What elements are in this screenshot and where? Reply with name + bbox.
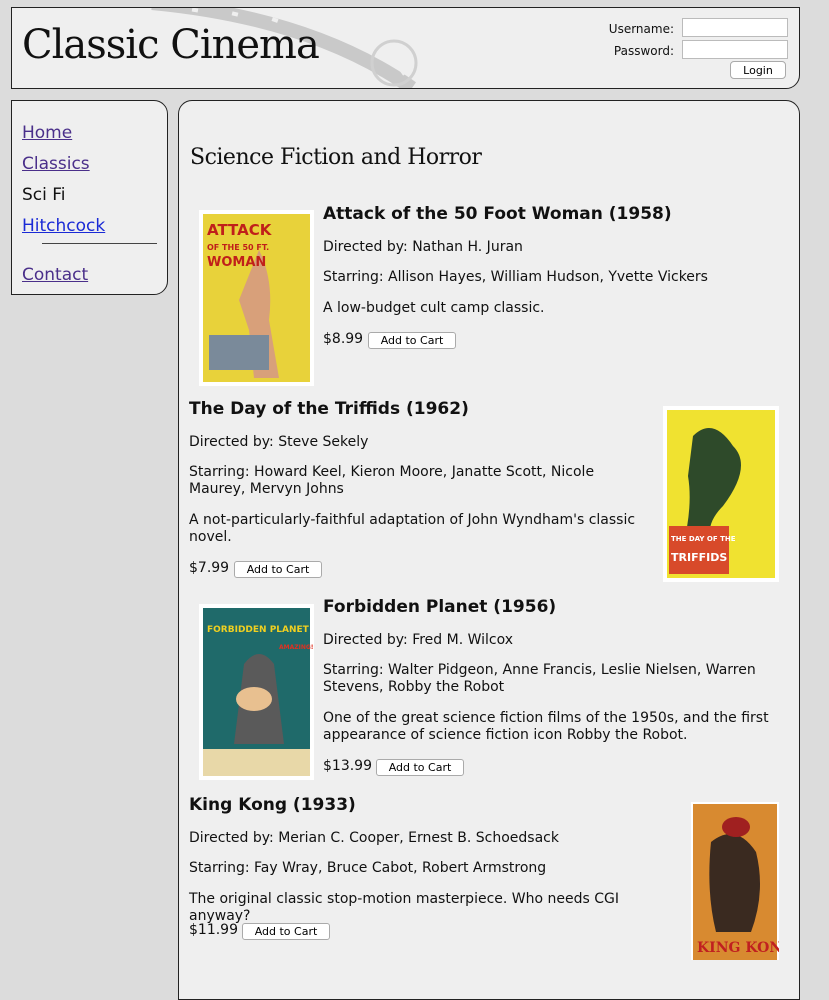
poster-text-2: TRIFFIDS bbox=[671, 551, 727, 564]
username-label: Username: bbox=[608, 22, 674, 36]
add-to-cart-button[interactable]: Add to Cart bbox=[368, 332, 456, 349]
movie-starring: Starring: Howard Keel, Kieron Moore, Jan… bbox=[189, 464, 595, 497]
main-content: Science Fiction and Horror ATTACK OF THE… bbox=[178, 100, 800, 1000]
add-to-cart-button[interactable]: Add to Cart bbox=[376, 759, 464, 776]
movie-starring: Starring: Allison Hayes, William Hudson,… bbox=[323, 269, 708, 285]
add-to-cart-button[interactable]: Add to Cart bbox=[242, 923, 330, 940]
movie-price: $13.99 bbox=[323, 758, 372, 774]
poster-text-1: FORBIDDEN PLANET bbox=[207, 625, 310, 635]
poster-text-2: AMAZING! bbox=[279, 644, 314, 651]
page-title: Science Fiction and Horror bbox=[190, 145, 482, 170]
poster-attack-50-foot-woman: ATTACK OF THE 50 FT. WOMAN bbox=[199, 210, 314, 386]
add-to-cart-button[interactable]: Add to Cart bbox=[234, 561, 322, 578]
poster-text-2: OF THE 50 FT. bbox=[207, 243, 269, 252]
password-input[interactable] bbox=[682, 40, 788, 59]
movie-description: One of the great science fiction films o… bbox=[323, 710, 769, 743]
password-label: Password: bbox=[613, 44, 674, 58]
login-button[interactable]: Login bbox=[730, 61, 786, 79]
username-input[interactable] bbox=[682, 18, 788, 37]
movie-description: A not-particularly-faithful adaptation o… bbox=[189, 512, 636, 545]
movie-starring: Starring: Walter Pidgeon, Anne Francis, … bbox=[323, 662, 756, 695]
movie-description: A low-budget cult camp classic. bbox=[323, 300, 545, 316]
password-row: Password: bbox=[598, 40, 788, 61]
poster-text-1: THE DAY OF THE bbox=[671, 535, 736, 543]
poster-text-3: WOMAN bbox=[207, 255, 266, 270]
poster-forbidden-planet: FORBIDDEN PLANET AMAZING! bbox=[199, 604, 314, 780]
site-logo[interactable]: Classic Cinema bbox=[22, 22, 320, 68]
movie-director: Directed by: Merian C. Cooper, Ernest B.… bbox=[189, 830, 559, 846]
movie-title[interactable]: Attack of the 50 Foot Woman (1958) bbox=[323, 204, 672, 224]
nav-scifi-current: Sci Fi bbox=[22, 185, 66, 205]
site-header: Classic Cinema Username: Password: Login bbox=[11, 7, 800, 89]
movie-director: Directed by: Fred M. Wilcox bbox=[323, 632, 514, 648]
movie-director: Directed by: Steve Sekely bbox=[189, 434, 369, 450]
movie-price: $8.99 bbox=[323, 331, 364, 347]
movie-title[interactable]: The Day of the Triffids (1962) bbox=[189, 399, 469, 419]
movie-starring: Starring: Fay Wray, Bruce Cabot, Robert … bbox=[189, 860, 547, 876]
username-row: Username: bbox=[598, 18, 788, 39]
sidebar-nav: Home Classics Sci Fi Hitchcock Contact bbox=[11, 100, 168, 295]
movie-title[interactable]: King Kong (1933) bbox=[189, 795, 356, 815]
poster-text-1: ATTACK bbox=[207, 221, 273, 239]
nav-hitchcock[interactable]: Hitchcock bbox=[22, 216, 105, 236]
movie-price: $7.99 bbox=[189, 560, 230, 576]
nav-classics[interactable]: Classics bbox=[22, 154, 90, 174]
movie-title[interactable]: Forbidden Planet (1956) bbox=[323, 597, 556, 617]
nav-divider bbox=[42, 243, 157, 244]
movie-director: Directed by: Nathan H. Juran bbox=[323, 239, 523, 255]
nav-home[interactable]: Home bbox=[22, 123, 72, 143]
movie-description: The original classic stop-motion masterp… bbox=[189, 891, 620, 924]
movie-price: $11.99 bbox=[189, 922, 238, 938]
nav-contact[interactable]: Contact bbox=[22, 265, 88, 285]
poster-king-kong: KING KONG bbox=[691, 802, 779, 960]
poster-text-1: KING KONG bbox=[697, 940, 779, 956]
poster-day-of-the-triffids: THE DAY OF THE TRIFFIDS bbox=[663, 406, 779, 582]
